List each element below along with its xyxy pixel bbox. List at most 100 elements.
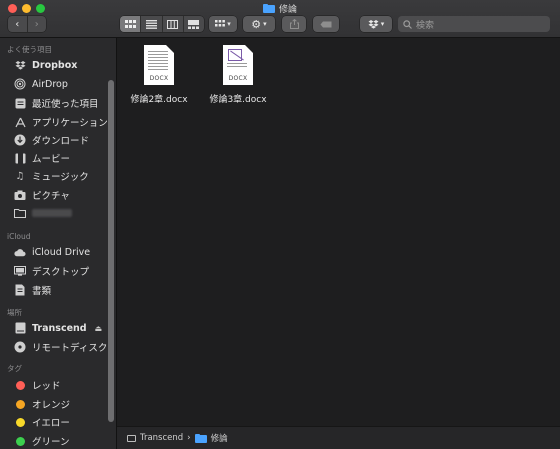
back-button[interactable]: ‹: [8, 16, 27, 32]
finder-window: 修論 ‹ › ▾ ⚙ ▾ ▾ 検索 よく使う項目 Dropbox AirDrop…: [0, 0, 560, 449]
list-view-button[interactable]: [140, 16, 161, 32]
sidebar-item-tag-orange[interactable]: オレンジ: [0, 396, 108, 412]
sidebar-item-label: デスクトップ: [32, 267, 90, 278]
folder-icon: [262, 3, 275, 13]
sidebar-item-label: Transcend: [32, 322, 87, 334]
sidebar-item-tag-green[interactable]: グリーン: [0, 433, 108, 449]
chevron-left-icon: ‹: [15, 18, 20, 30]
search-placeholder: 検索: [416, 20, 435, 31]
sidebar-item-label: レッド: [32, 381, 61, 392]
redacted-label: [32, 209, 72, 217]
sidebar-section-icloud: iCloud: [7, 232, 31, 241]
title-bar: 修論 ‹ › ▾ ⚙ ▾ ▾ 検索: [0, 0, 560, 38]
sidebar: よく使う項目 Dropbox AirDrop 最近使った項目 アプリケーション: [0, 38, 117, 449]
orange-tag-dot-icon: [15, 399, 25, 409]
file-type-label: DOCX: [228, 75, 248, 82]
sidebar-item-home[interactable]: [0, 205, 108, 221]
docx-file-icon: DOCX: [144, 45, 174, 85]
sidebar-item-airdrop[interactable]: AirDrop: [0, 76, 108, 92]
sidebar-item-documents[interactable]: 書類: [0, 282, 108, 298]
chevron-down-icon: ▾: [263, 20, 267, 28]
sidebar-item-label: ミュージック: [32, 172, 89, 183]
downloads-icon: [14, 134, 26, 146]
dropbox-icon: [14, 59, 26, 71]
group-by-button[interactable]: ▾: [209, 16, 237, 32]
chevron-down-icon: ▾: [380, 20, 385, 28]
sidebar-item-remote-disc[interactable]: リモートディスク: [0, 339, 108, 355]
gallery-view-button[interactable]: [182, 16, 204, 32]
action-menu-button[interactable]: ⚙ ▾: [243, 16, 275, 32]
edit-tags-button[interactable]: [313, 16, 339, 32]
icloud-icon: [14, 246, 26, 258]
sidebar-item-downloads[interactable]: ダウンロード: [0, 132, 108, 148]
movies-icon: [14, 152, 26, 164]
sidebar-item-label: アプリケーション: [32, 118, 108, 129]
sidebar-item-label: ピクチャ: [32, 191, 70, 202]
remote-disc-icon: [14, 341, 26, 353]
sidebar-item-tag-red[interactable]: レッド: [0, 377, 108, 393]
applications-icon: [14, 116, 26, 128]
yellow-tag-dot-icon: [15, 417, 25, 427]
eject-icon[interactable]: ⏏: [94, 324, 102, 333]
sidebar-item-label: リモートディスク: [32, 343, 108, 354]
path-segment-drive[interactable]: Transcend: [140, 433, 183, 443]
red-tag-dot-icon: [15, 380, 25, 390]
forward-button[interactable]: ›: [26, 16, 47, 32]
dropbox-icon: [368, 19, 379, 29]
music-icon: ♫: [15, 170, 25, 182]
sidebar-item-label: AirDrop: [32, 78, 68, 90]
sidebar-item-movies[interactable]: ムービー: [0, 150, 108, 166]
sidebar-item-applications[interactable]: アプリケーション: [0, 114, 108, 130]
tag-icon: [320, 21, 332, 27]
view-mode-segmented-control: [120, 16, 204, 32]
search-field[interactable]: 検索: [398, 16, 550, 32]
sidebar-scrollbar[interactable]: [108, 80, 114, 422]
chevron-down-icon: ▾: [227, 20, 231, 28]
file-browser-area: DOCX 修論2章.docx DOCX 修論3章.docx: [117, 38, 560, 426]
sidebar-item-dropbox[interactable]: Dropbox: [0, 57, 108, 73]
sidebar-item-desktop[interactable]: デスクトップ: [0, 263, 108, 279]
icon-view-icon: [124, 19, 136, 28]
window-title: 修論: [0, 2, 560, 15]
file-item[interactable]: DOCX 修論3章.docx: [203, 45, 273, 105]
file-name: 修論3章.docx: [209, 95, 267, 105]
column-view-button[interactable]: [161, 16, 183, 32]
sidebar-item-label: グリーン: [32, 437, 70, 448]
group-grid-icon: [215, 20, 226, 27]
home-folder-icon: [14, 207, 26, 219]
sidebar-item-recents[interactable]: 最近使った項目: [0, 95, 108, 111]
sidebar-item-label: ムービー: [32, 154, 71, 165]
navigation-buttons: ‹ ›: [8, 16, 46, 32]
sidebar-item-label: オレンジ: [32, 400, 71, 411]
file-item[interactable]: DOCX 修論2章.docx: [124, 45, 194, 105]
path-segment-folder[interactable]: 修論: [211, 432, 228, 444]
sidebar-item-label: iCloud Drive: [32, 246, 91, 258]
documents-icon: [14, 284, 26, 296]
share-button[interactable]: [282, 16, 306, 32]
external-drive-icon: [127, 434, 136, 442]
sidebar-item-label: ダウンロード: [32, 136, 90, 147]
sidebar-section-locations: 場所: [7, 308, 22, 317]
recents-icon: [14, 97, 26, 109]
sidebar-item-transcend[interactable]: Transcend ⏏: [0, 320, 108, 336]
icon-view-button[interactable]: [120, 16, 141, 32]
gear-icon: ⚙: [251, 17, 262, 31]
sidebar-item-pictures[interactable]: ピクチャ: [0, 187, 108, 203]
docx-file-icon: DOCX: [223, 45, 253, 85]
path-bar: Transcend › 修論: [117, 426, 560, 449]
sidebar-item-label: Dropbox: [32, 59, 78, 71]
sidebar-item-tag-yellow[interactable]: イエロー: [0, 414, 108, 430]
folder-icon: [194, 433, 207, 443]
window-title-text: 修論: [278, 4, 297, 15]
search-icon: [403, 19, 412, 29]
sidebar-item-label: 書類: [32, 286, 52, 297]
pictures-icon: [14, 189, 26, 201]
share-icon: [289, 19, 299, 29]
chevron-right-icon: ›: [34, 18, 39, 30]
sidebar-item-music[interactable]: ♫ ミュージック: [0, 168, 108, 184]
sidebar-item-label: 最近使った項目: [32, 99, 99, 110]
sidebar-item-icloud-drive[interactable]: iCloud Drive: [0, 244, 108, 260]
desktop-icon: [14, 265, 26, 277]
dropbox-menu-button[interactable]: ▾: [360, 16, 392, 32]
external-drive-icon: [14, 322, 26, 334]
